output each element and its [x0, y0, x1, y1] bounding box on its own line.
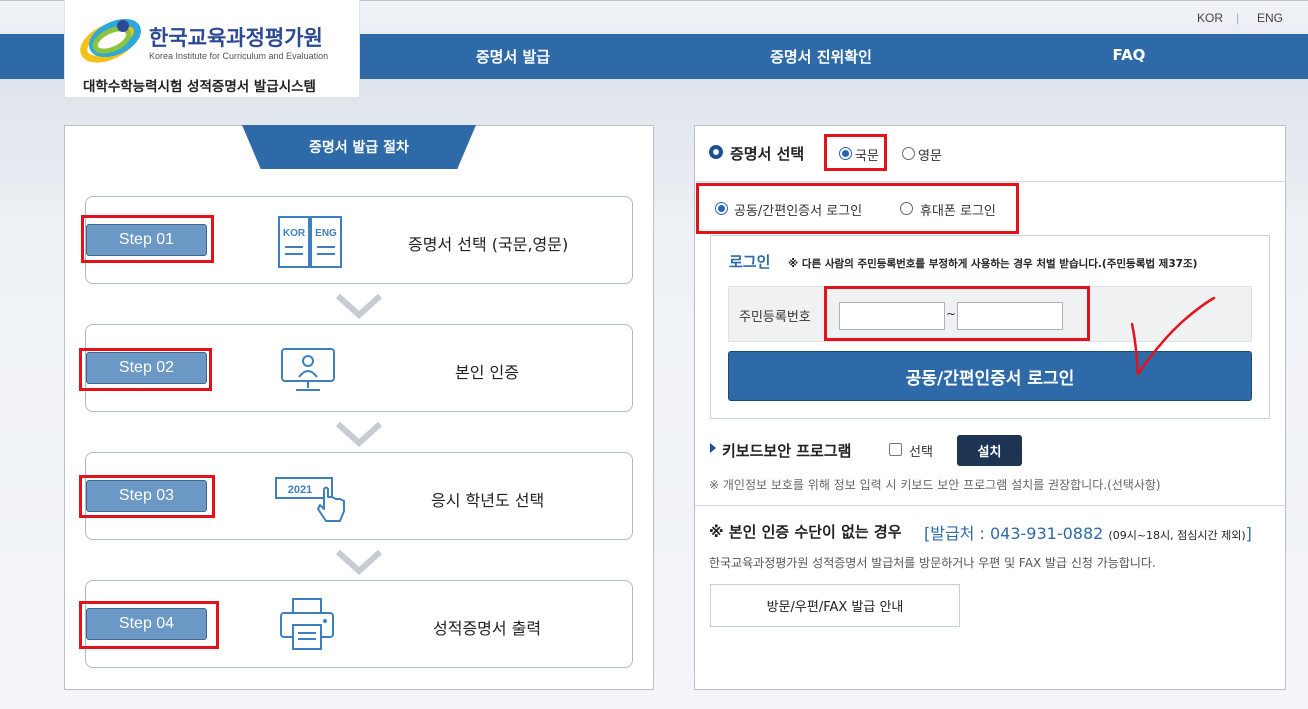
chevron-down-icon: [335, 293, 383, 319]
radio-english[interactable]: [902, 147, 915, 160]
icon-text-year: 2021: [288, 484, 312, 496]
nav-verify-certificate[interactable]: 증명서 진위확인: [701, 46, 941, 67]
lang-kor-link[interactable]: KOR: [1197, 11, 1223, 25]
procedure-title-tab: 증명서 발급 절차: [242, 125, 476, 169]
radio-phone-login-label[interactable]: 휴대폰 로그인: [920, 200, 996, 219]
keyboard-security-note: ※ 개인정보 보호를 위해 정보 입력 시 키보드 보안 프로그램 설치를 권장…: [709, 478, 1161, 492]
section-bullet-icon: [709, 145, 723, 159]
keyboard-security-checkbox[interactable]: [889, 443, 902, 456]
phone-main: [발급처 : 043-931-0882: [924, 524, 1104, 543]
id-number-label: 주민등록번호: [739, 310, 811, 325]
chevron-down-icon: [335, 421, 383, 447]
no-auth-means-title: ※ 본인 인증 수단이 없는 경우: [709, 523, 902, 541]
radio-cert-login[interactable]: [715, 202, 728, 215]
nav-faq[interactable]: FAQ: [1009, 46, 1249, 64]
divider: [695, 181, 1285, 182]
login-title: 로그인: [729, 253, 771, 271]
printer-icon: [280, 598, 334, 650]
chevron-down-icon: [335, 549, 383, 575]
step-03-label: 응시 학년도 선택: [431, 491, 545, 510]
triangle-bullet-icon: [710, 443, 716, 453]
id-number-second-input[interactable]: [957, 302, 1063, 330]
step-01-button: Step 01: [86, 224, 207, 256]
step-03-button: Step 03: [86, 480, 207, 512]
step-04-button: Step 04: [86, 608, 207, 640]
issuing-office-phone: [발급처 : 043-931-0882 (09시~18시, 점심시간 제외)]: [924, 520, 1252, 544]
radio-korean-label[interactable]: 국문: [855, 145, 879, 164]
visit-note: 한국교육과정평가원 성적증명서 발급처를 방문하거나 우편 및 FAX 발급 신…: [709, 556, 1156, 570]
divider: [695, 505, 1285, 506]
lang-separator: |: [1236, 11, 1240, 25]
phone-end: ]: [1245, 524, 1252, 543]
icon-text-kor: KOR: [283, 228, 306, 239]
step-02-button: Step 02: [86, 352, 207, 384]
phone-hours: (09시~18시, 점심시간 제외): [1108, 529, 1246, 542]
install-button[interactable]: 설치: [957, 435, 1022, 466]
kor-eng-book-icon: KOR ENG: [278, 216, 342, 268]
login-warning-note: ※ 다른 사람의 주민등록번호를 부정하게 사용하는 경우 처벌 받습니다.(주…: [788, 258, 1198, 270]
certificate-select-title: 증명서 선택: [730, 145, 805, 163]
logo-subtitle: Korea Institute for Curriculum and Evalu…: [149, 51, 329, 61]
logo-title: 한국교육과정평가원: [149, 26, 323, 50]
procedure-title: 증명서 발급 절차: [309, 140, 409, 156]
year-click-icon: 2021: [275, 477, 345, 522]
kice-logo-icon: [80, 18, 141, 63]
lang-eng-link[interactable]: ENG: [1257, 11, 1283, 25]
step-04-label: 성적증명서 출력: [433, 619, 542, 638]
logo[interactable]: 한국교육과정평가원 Korea Institute for Curriculum…: [64, 0, 360, 98]
step-02-label: 본인 인증: [455, 363, 519, 382]
id-number-first-input[interactable]: [839, 302, 945, 330]
id-number-separator: ~: [946, 307, 957, 321]
radio-korean[interactable]: [839, 147, 852, 160]
radio-phone-login[interactable]: [900, 202, 913, 215]
step-01-label: 증명서 선택 (국문,영문): [408, 235, 569, 254]
visit-mail-fax-guide-button[interactable]: 방문/우편/FAX 발급 안내: [710, 584, 960, 627]
radio-english-label[interactable]: 영문: [918, 145, 942, 164]
keyboard-security-title: 키보드보안 프로그램: [722, 442, 852, 460]
monitor-user-icon: [281, 348, 335, 391]
keyboard-security-checkbox-label[interactable]: 선택: [909, 441, 933, 460]
icon-text-eng: ENG: [315, 228, 337, 239]
cert-login-button[interactable]: 공동/간편인증서 로그인: [728, 351, 1252, 401]
radio-cert-login-label[interactable]: 공동/간편인증서 로그인: [734, 200, 862, 219]
system-name: 대학수학능력시험 성적증명서 발급시스템: [83, 79, 316, 95]
nav-issue-certificate[interactable]: 증명서 발급: [393, 46, 633, 67]
